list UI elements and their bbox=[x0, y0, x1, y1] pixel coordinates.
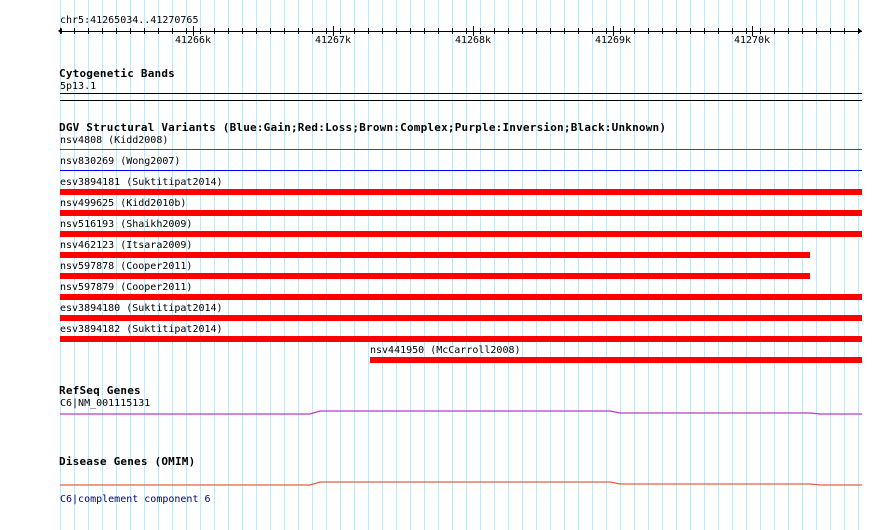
variant-feature-bar[interactable] bbox=[370, 357, 862, 363]
cytoband-track-title: Cytogenetic Bands bbox=[59, 67, 175, 80]
ruler-axis bbox=[60, 31, 862, 32]
ruler-tick-label: 41268k bbox=[454, 35, 492, 46]
variant-feature-bar[interactable] bbox=[60, 315, 862, 321]
variant-label[interactable]: nsv516193 (Shaikh2009) bbox=[60, 219, 192, 231]
refseq-gene-model[interactable] bbox=[60, 405, 862, 419]
scroll-right-arrow-icon[interactable] bbox=[858, 28, 862, 34]
variant-feature-bar[interactable] bbox=[60, 189, 862, 195]
omim-gene-link[interactable]: C6|complement component 6 bbox=[60, 494, 211, 506]
scroll-left-arrow-icon[interactable] bbox=[58, 28, 62, 34]
ruler-tick-label: 41266k bbox=[174, 35, 212, 46]
variant-feature-bar[interactable] bbox=[60, 231, 862, 237]
omim-track-title: Disease Genes (OMIM) bbox=[59, 455, 196, 468]
omim-gene-link-text[interactable]: C6|complement component 6 bbox=[60, 494, 211, 505]
variant-feature-bar[interactable] bbox=[60, 294, 862, 300]
cytoband-label: 5p13.1 bbox=[60, 81, 97, 92]
variant-feature-line[interactable] bbox=[60, 170, 862, 171]
variant-feature-bar[interactable] bbox=[60, 273, 810, 279]
variant-label[interactable]: esv3894181 (Suktitipat2014) bbox=[60, 177, 223, 189]
cytoband-top-line bbox=[60, 93, 862, 94]
variant-label[interactable]: nsv462123 (Itsara2009) bbox=[60, 240, 192, 252]
variant-label[interactable]: nsv4808 (Kidd2008) bbox=[60, 135, 168, 147]
variant-label[interactable]: nsv830269 (Wong2007) bbox=[60, 156, 180, 168]
variant-label[interactable]: nsv499625 (Kidd2010b) bbox=[60, 198, 186, 210]
variant-label[interactable]: nsv441950 (McCarroll2008) bbox=[370, 345, 521, 357]
variant-label[interactable]: esv3894180 (Suktitipat2014) bbox=[60, 303, 223, 315]
variant-feature-bar[interactable] bbox=[60, 336, 862, 342]
ruler-tick-label: 41269k bbox=[594, 35, 632, 46]
dgv-track-title: DGV Structural Variants (Blue:Gain;Red:L… bbox=[59, 121, 667, 134]
variant-label[interactable]: nsv597878 (Cooper2011) bbox=[60, 261, 192, 273]
location-label: chr5:41265034..41270765 bbox=[60, 15, 199, 26]
ruler-tick-label: 41270k bbox=[733, 35, 771, 46]
variant-label[interactable]: esv3894182 (Suktitipat2014) bbox=[60, 324, 223, 336]
refseq-track-title: RefSeq Genes bbox=[59, 384, 141, 397]
variant-feature-bar[interactable] bbox=[60, 252, 810, 258]
omim-gene-model[interactable] bbox=[60, 478, 862, 492]
variant-label[interactable]: nsv597879 (Cooper2011) bbox=[60, 282, 192, 294]
variant-feature-line[interactable] bbox=[60, 149, 862, 150]
variant-feature-bar[interactable] bbox=[60, 210, 862, 216]
cytoband-bottom-line bbox=[60, 100, 862, 101]
ruler-tick-label: 41267k bbox=[314, 35, 352, 46]
